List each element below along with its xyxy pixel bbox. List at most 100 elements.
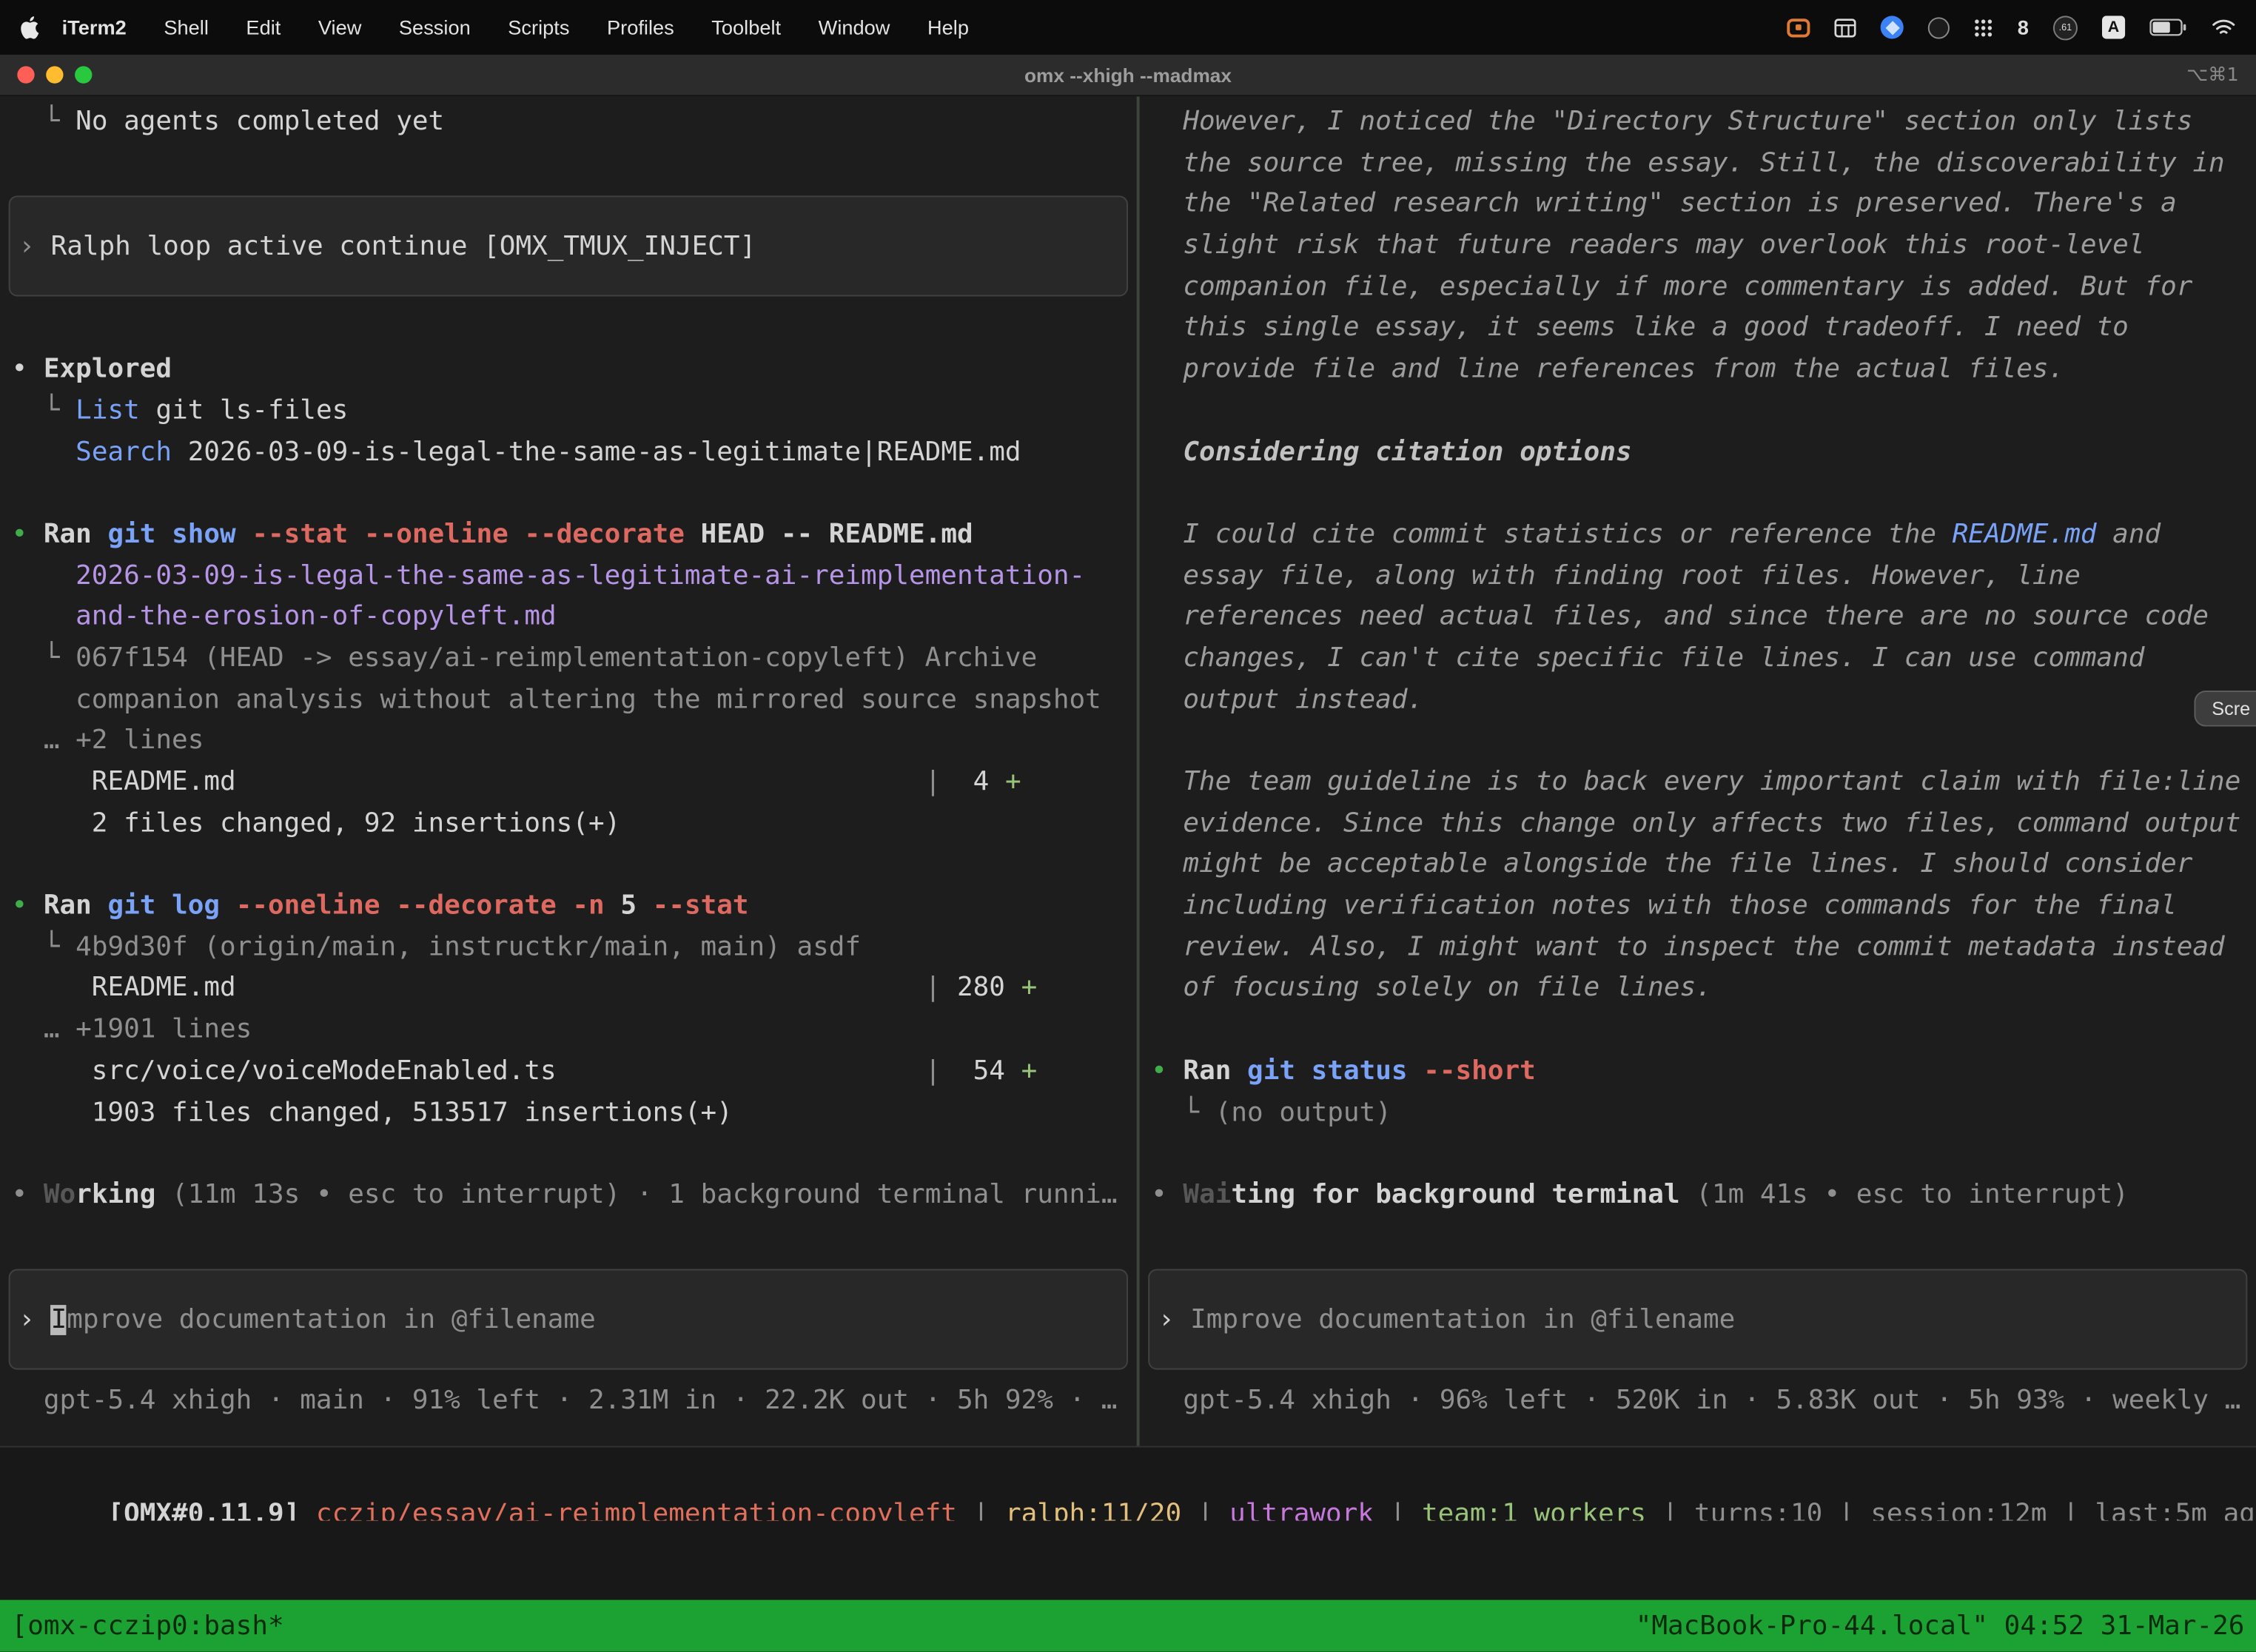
text-span: •	[12, 890, 44, 921]
text-span: 4	[941, 767, 1005, 797]
text-span: 5	[605, 890, 653, 921]
text-span: provide file and line references from th…	[1151, 354, 2064, 384]
text-span: 2026-03-09-is-legal-the-same-as-legitima…	[12, 560, 1086, 591]
text-span: Considering citation options	[1151, 437, 1632, 467]
terminal-line: … +2 lines	[0, 722, 1137, 763]
menu-item-iterm2[interactable]: iTerm2	[62, 16, 127, 38]
text-span: review. Also, I might want to inspect th…	[1151, 932, 2225, 962]
prompt-input[interactable]: › Improve documentation in @filename	[1148, 1269, 2247, 1370]
text-span: |	[1646, 1500, 1694, 1521]
menu-item-profiles[interactable]: Profiles	[607, 16, 674, 38]
text-span: of focusing solely on file lines.	[1151, 973, 1712, 1004]
screenshot-thumbnail-chip[interactable]: Scre	[2195, 691, 2256, 727]
text-span: |	[236, 767, 941, 797]
close-button[interactable]	[17, 66, 34, 83]
text-span: 4b9d30f (origin/main, instructkr/main, m…	[75, 932, 861, 962]
text-span: •	[12, 520, 44, 550]
menu-item-window[interactable]: Window	[819, 16, 890, 38]
text-span: README.md	[1953, 519, 2097, 549]
text-span: List	[75, 395, 140, 426]
apple-menu-icon[interactable]	[20, 16, 38, 38]
command-line: • Ran git log --oneline --decorate -n 5 …	[0, 887, 1137, 928]
text-span: Ralph loop active continue [OMX_TMUX_INJ…	[51, 232, 756, 262]
minimize-button[interactable]	[46, 66, 63, 83]
text-span: ›	[19, 1305, 50, 1335]
terminal-line: companion analysis without altering the …	[0, 680, 1137, 722]
window-shortcut: ⌥⌘1	[2186, 64, 2238, 86]
terminal-line	[0, 1134, 1137, 1175]
right-pane[interactable]: However, I noticed the "Directory Struct…	[1140, 96, 2256, 1446]
circle-icon[interactable]	[1928, 16, 1950, 38]
tmux-status-bar: [omx-cczip0:bash* "MacBook-Pro-44.local"…	[0, 1600, 2256, 1652]
gauge-icon[interactable]: .61	[2053, 15, 2078, 39]
tmux-session-label: [omx-cczip0:bash*	[12, 1611, 284, 1641]
terminal-line	[1140, 1010, 2256, 1052]
text-span: 1903 files changed, 513517 insertions(+)	[12, 1097, 733, 1127]
figure-eight-icon[interactable]: 8	[2018, 16, 2029, 38]
terminal-line: README.md | 4 +	[0, 762, 1137, 804]
text-span: •	[12, 354, 44, 384]
text-span: +	[1005, 767, 1021, 797]
menu-item-shell[interactable]: Shell	[164, 16, 209, 38]
tmux-host-clock-label: "MacBook-Pro-44.local" 04:52 31-Mar-26	[1636, 1611, 2245, 1641]
input-source-icon[interactable]: A	[2102, 16, 2125, 38]
grid-icon[interactable]	[1835, 18, 1856, 36]
menu-item-toolbelt[interactable]: Toolbelt	[711, 16, 781, 38]
terminal-line	[1140, 1134, 2256, 1175]
terminal-line: Search 2026-03-09-is-legal-the-same-as-l…	[0, 432, 1137, 474]
text-span: I	[51, 1305, 67, 1335]
text-span: └	[12, 932, 76, 962]
terminal-line: slight risk that future readers may over…	[1140, 226, 2256, 267]
text-span: session:12m	[1870, 1500, 2047, 1521]
text-span: +	[1021, 973, 1038, 1004]
compass-icon[interactable]	[1881, 16, 1904, 38]
left-pane[interactable]: └ No agents completed yet › Ralph loop ac…	[0, 96, 1137, 1446]
text-span: companion analysis without altering the …	[12, 685, 1101, 715]
omx-status-bar: [OMX#0.11.9] cczip/essay/ai-reimplementa…	[0, 1446, 2256, 1521]
terminal-line: evidence. Since this change only affects…	[1140, 804, 2256, 845]
text-span: ›	[1158, 1305, 1190, 1335]
text-span: --stat	[653, 890, 749, 921]
window-title-bar: omx --xhigh --madmax ⌥⌘1	[0, 55, 2256, 96]
text-span: |	[957, 1500, 1005, 1521]
record-indicator-icon[interactable]	[1787, 18, 1810, 36]
text-span: •	[1151, 1180, 1183, 1210]
text-span: Search	[75, 437, 172, 467]
text-span: Ran	[1183, 1055, 1247, 1086]
omx-status-bar-line: [OMX#0.11.9] cczip/essay/ai-reimplementa…	[107, 1500, 2256, 1521]
menu-item-help[interactable]: Help	[927, 16, 969, 38]
text-span: team:1 workers	[1422, 1500, 1646, 1521]
prompt-input[interactable]: › Improve documentation in @filename	[9, 1269, 1128, 1370]
text-span: ralph:11/20	[1005, 1500, 1181, 1521]
wifi-icon[interactable]	[2212, 18, 2236, 36]
traffic-lights	[17, 66, 92, 83]
terminal-line	[0, 845, 1137, 887]
text-span: The team guideline is to back every impo…	[1151, 767, 2240, 797]
menu-item-session[interactable]: Session	[399, 16, 471, 38]
terminal-line: references need actual files, and since …	[1140, 597, 2256, 639]
text-span: No agents completed yet	[75, 107, 444, 137]
zoom-button[interactable]	[75, 66, 92, 83]
text-span: might be acceptable alongside the file l…	[1151, 850, 2192, 880]
terminal-line: the source tree, missing the essay. Stil…	[1140, 144, 2256, 185]
text-span: |	[1181, 1500, 1229, 1521]
command-line: • Ran git show --stat --oneline --decora…	[0, 515, 1137, 557]
terminal-line	[0, 144, 1137, 185]
menu-item-scripts[interactable]: Scripts	[508, 16, 569, 38]
battery-icon[interactable]	[2149, 19, 2187, 36]
terminal-line: … +1901 lines	[0, 1010, 1137, 1052]
window-title: omx --xhigh --madmax	[0, 64, 2256, 86]
terminal-line: I could cite commit statistics or refere…	[1140, 515, 2256, 557]
terminal-line: and-the-erosion-of-copyleft.md	[0, 597, 1137, 639]
text-span: essay file, along with finding root file…	[1151, 560, 2081, 591]
terminal-line	[1140, 391, 2256, 432]
text-span: this single essay, it seems like a good …	[1151, 313, 2129, 343]
text-span: ›	[19, 232, 50, 262]
text-span: output instead.	[1151, 685, 1423, 715]
text-span: |	[1822, 1500, 1870, 1521]
dots-grid-icon[interactable]	[1974, 18, 1993, 36]
menu-item-edit[interactable]: Edit	[246, 16, 281, 38]
inject-banner: › Ralph loop active continue [OMX_TMUX_I…	[9, 196, 1128, 297]
prompt-input-row: › Improve documentation in @filename	[1140, 1258, 2256, 1381]
menu-item-view[interactable]: View	[318, 16, 361, 38]
